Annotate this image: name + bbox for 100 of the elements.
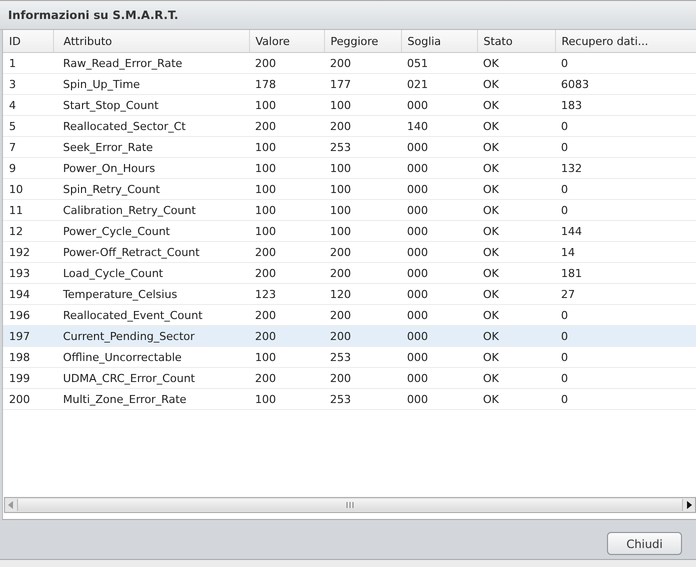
table-row[interactable]: 7 Seek_Error_Rate 100 253 000 OK 0 — [3, 136, 696, 158]
table-row[interactable]: 192 Power-Off_Retract_Count 200 200 000 OK 14 — [3, 242, 696, 262]
table-cell: OK — [477, 284, 555, 304]
table-cell: OK — [477, 346, 555, 368]
table-cell: 200 — [324, 326, 401, 346]
column-header[interactable]: ID — [3, 30, 53, 52]
table-cell: 177 — [324, 74, 401, 94]
table-cell: OK — [477, 74, 555, 94]
table-cell: 100 — [324, 220, 401, 242]
column-header[interactable]: Attributo — [53, 30, 249, 52]
table-cell: 253 — [324, 388, 401, 410]
table-row[interactable]: 11 Calibration_Retry_Count 100 100 000 OK 0 — [3, 200, 696, 220]
table-cell: OK — [477, 178, 555, 200]
table-cell: 5 — [3, 116, 53, 136]
table-cell: 051 — [401, 52, 477, 74]
column-header[interactable]: Stato — [477, 30, 555, 52]
table-cell: 14 — [555, 242, 696, 262]
table-cell: 100 — [249, 346, 324, 368]
close-button[interactable]: Chiudi — [607, 532, 682, 555]
table-cell: OK — [477, 116, 555, 136]
table-row[interactable]: 4 Start_Stop_Count 100 100 000 OK 183 — [3, 94, 696, 116]
table-cell: 0 — [555, 178, 696, 200]
table-cell: 192 — [3, 242, 53, 262]
table-cell: OK — [477, 158, 555, 178]
scrollbar-thumb[interactable] — [17, 499, 683, 511]
table-cell: 000 — [401, 326, 477, 346]
table-cell: 200 — [249, 326, 324, 346]
table-cell: 0 — [555, 200, 696, 220]
table-cell: 100 — [249, 136, 324, 158]
table-cell: Reallocated_Sector_Ct — [53, 116, 249, 136]
table-cell: 181 — [555, 262, 696, 284]
table-row[interactable]: 199 UDMA_CRC_Error_Count 200 200 000 OK 0 — [3, 368, 696, 388]
table-cell: 123 — [249, 284, 324, 304]
table-cell: 100 — [249, 158, 324, 178]
table-cell: Seek_Error_Rate — [53, 136, 249, 158]
table-cell: 100 — [324, 158, 401, 178]
table-cell: 200 — [3, 388, 53, 410]
table-row[interactable]: 197 Current_Pending_Sector 200 200 000 OK 0 — [3, 326, 696, 346]
table-cell: 197 — [3, 326, 53, 346]
table-cell: OK — [477, 94, 555, 116]
table-cell: 11 — [3, 200, 53, 220]
table-cell: 183 — [555, 94, 696, 116]
column-header[interactable]: Peggiore — [324, 30, 401, 52]
table-cell: Raw_Read_Error_Rate — [53, 52, 249, 74]
table-cell: 200 — [249, 242, 324, 262]
table-cell: 0 — [555, 52, 696, 74]
table-cell: OK — [477, 262, 555, 284]
table-cell: 100 — [324, 200, 401, 220]
table-cell: 100 — [249, 94, 324, 116]
window-title: Informazioni su S.M.A.R.T. — [8, 8, 178, 22]
horizontal-scrollbar[interactable] — [4, 497, 696, 513]
table-cell: 12 — [3, 220, 53, 242]
table-cell: 000 — [401, 262, 477, 284]
table-cell: 000 — [401, 368, 477, 388]
table-cell: Calibration_Retry_Count — [53, 200, 249, 220]
table-row[interactable]: 194 Temperature_Celsius 123 120 000 OK 27 — [3, 284, 696, 304]
table-cell: 000 — [401, 94, 477, 116]
table-cell: Current_Pending_Sector — [53, 326, 249, 346]
table-cell: 178 — [249, 74, 324, 94]
table-cell: 100 — [324, 178, 401, 200]
table-cell: 253 — [324, 346, 401, 368]
table-cell: 1 — [3, 52, 53, 74]
column-header[interactable]: Recupero dati... — [555, 30, 696, 52]
table-cell: 144 — [555, 220, 696, 242]
table-cell: 0 — [555, 388, 696, 410]
table-cell: 4 — [3, 94, 53, 116]
table-row[interactable]: 198 Offline_Uncorrectable 100 253 000 OK 0 — [3, 346, 696, 368]
table-cell: 000 — [401, 178, 477, 200]
table-cell: 200 — [249, 262, 324, 284]
table-cell: 193 — [3, 262, 53, 284]
table-row[interactable]: 9 Power_On_Hours 100 100 000 OK 132 — [3, 158, 696, 178]
table-cell: 200 — [249, 52, 324, 74]
table-cell: 7 — [3, 136, 53, 158]
table-cell: 132 — [555, 158, 696, 178]
table-cell: 100 — [249, 220, 324, 242]
table-row[interactable]: 10 Spin_Retry_Count 100 100 000 OK 0 — [3, 178, 696, 200]
grip-icon — [346, 502, 354, 508]
table-row[interactable]: 1 Raw_Read_Error_Rate 200 200 051 OK 0 — [3, 52, 696, 74]
table-row[interactable]: 5 Reallocated_Sector_Ct 200 200 140 OK 0 — [3, 116, 696, 136]
table-cell: Start_Stop_Count — [53, 94, 249, 116]
table-cell: 200 — [249, 368, 324, 388]
column-header[interactable]: Valore — [249, 30, 324, 52]
table-cell: Temperature_Celsius — [53, 284, 249, 304]
table-cell: 194 — [3, 284, 53, 304]
table-cell: Power_Cycle_Count — [53, 220, 249, 242]
table-row[interactable]: 200 Multi_Zone_Error_Rate 100 253 000 OK 0 — [3, 388, 696, 410]
table-row[interactable]: 193 Load_Cycle_Count 200 200 000 OK 181 — [3, 262, 696, 284]
table-cell: 253 — [324, 136, 401, 158]
column-header[interactable]: Soglia — [401, 30, 477, 52]
table-cell: 100 — [324, 94, 401, 116]
table-cell: OK — [477, 368, 555, 388]
table-cell: Offline_Uncorrectable — [53, 346, 249, 368]
table-cell: 0 — [555, 116, 696, 136]
table-cell: Spin_Retry_Count — [53, 178, 249, 200]
table-row[interactable]: 3 Spin_Up_Time 178 177 021 OK 6083 — [3, 74, 696, 94]
table-cell: 000 — [401, 220, 477, 242]
table-cell: OK — [477, 136, 555, 158]
table-cell: 6083 — [555, 74, 696, 94]
table-cell: 000 — [401, 136, 477, 158]
table-row[interactable]: 12 Power_Cycle_Count 100 100 000 OK 144 — [3, 220, 696, 242]
